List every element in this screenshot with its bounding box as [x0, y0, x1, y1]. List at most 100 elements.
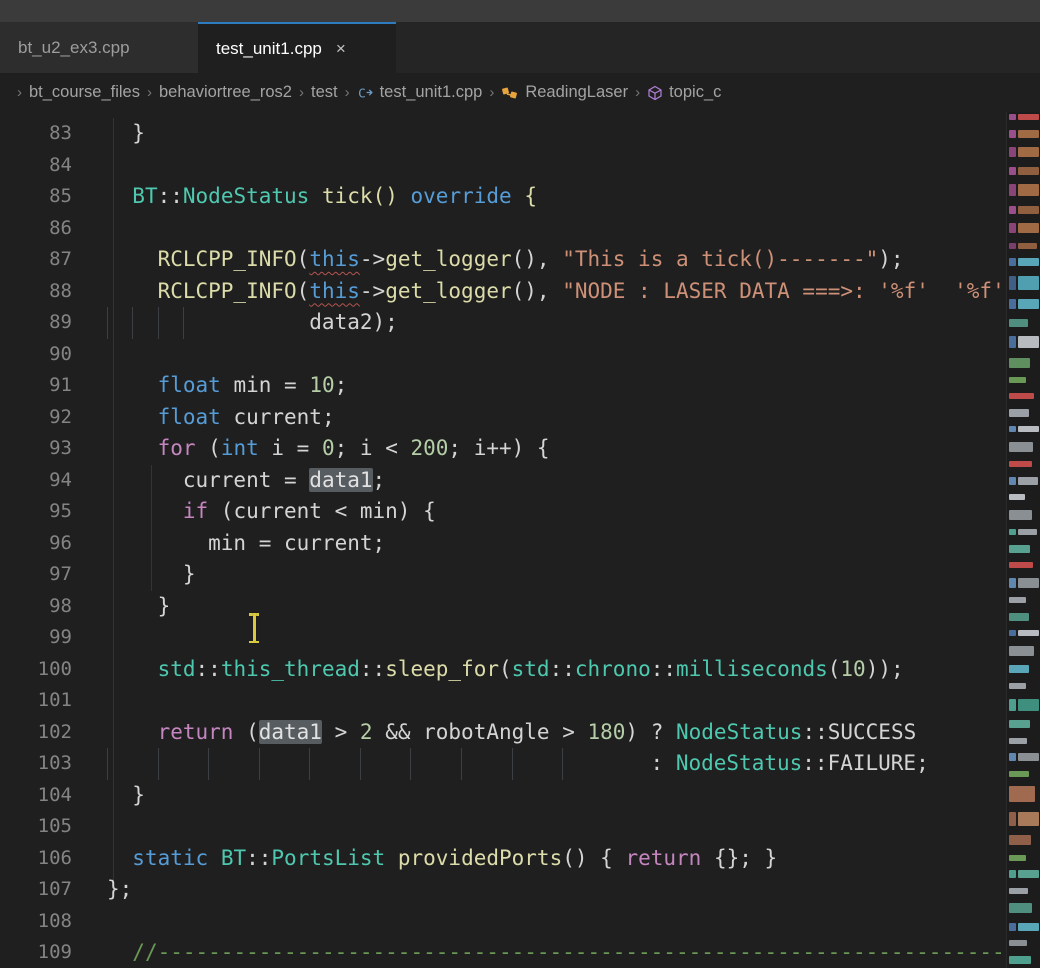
code-line-89[interactable]: 89 data2);: [0, 307, 1006, 339]
minimap-line: [1009, 426, 1039, 432]
minimap-line: [1009, 771, 1039, 777]
code-line-83[interactable]: 83 }: [0, 118, 1006, 150]
text-cursor-ibeam: [249, 613, 259, 643]
code-text: if (current < min) {: [72, 496, 436, 528]
code-line-91[interactable]: 91 float min = 10;: [0, 370, 1006, 402]
minimap-line: [1009, 299, 1039, 309]
line-number: 92: [0, 402, 72, 434]
code-line-106[interactable]: 106 static BT::PortsList providedPorts()…: [0, 843, 1006, 875]
minimap-line: [1009, 276, 1039, 290]
chevron-right-icon: ›: [147, 84, 152, 101]
code-line-96[interactable]: 96 min = current;: [0, 528, 1006, 560]
code-line-102[interactable]: 102 return (data1 > 2 && robotAngle > 18…: [0, 717, 1006, 749]
tab-bt_u2_ex3[interactable]: bt_u2_ex3.cpp: [0, 22, 198, 73]
code-text: data2);: [72, 307, 398, 339]
breadcrumb: ›bt_course_files›behaviortree_ros2›test›…: [0, 73, 1040, 112]
code-text: : NodeStatus::FAILURE;: [72, 748, 929, 780]
line-number: 100: [0, 654, 72, 686]
code-line-104[interactable]: 104 }: [0, 780, 1006, 812]
breadcrumb-label: test: [311, 83, 338, 102]
minimap-line: [1009, 393, 1039, 399]
line-number: 95: [0, 496, 72, 528]
code-line-109[interactable]: 109 //----------------------------------…: [0, 937, 1006, 968]
breadcrumb-item-test-unit1-cpp[interactable]: Ctest_unit1.cpp: [357, 83, 483, 102]
code-line-107[interactable]: 107};: [0, 874, 1006, 906]
code-text: [72, 150, 107, 182]
breadcrumb-item-behaviortree-ros2[interactable]: behaviortree_ros2: [159, 83, 292, 102]
breadcrumb-label: test_unit1.cpp: [380, 83, 483, 102]
tab-test_unit1[interactable]: test_unit1.cpp ×: [198, 22, 396, 73]
minimap-line: [1009, 223, 1039, 233]
minimap[interactable]: [1006, 112, 1040, 968]
code-line-103[interactable]: 103 : NodeStatus::FAILURE;: [0, 748, 1006, 780]
line-number: 105: [0, 811, 72, 843]
minimap-line: [1009, 903, 1039, 913]
breadcrumb-label: behaviortree_ros2: [159, 83, 292, 102]
code-line-86[interactable]: 86: [0, 213, 1006, 245]
code-line-90[interactable]: 90: [0, 339, 1006, 371]
code-line-95[interactable]: 95 if (current < min) {: [0, 496, 1006, 528]
code-line-105[interactable]: 105: [0, 811, 1006, 843]
minimap-line: [1009, 870, 1039, 878]
code-line-100[interactable]: 100 std::this_thread::sleep_for(std::chr…: [0, 654, 1006, 686]
code-line-92[interactable]: 92 float current;: [0, 402, 1006, 434]
code-text: RCLCPP_INFO(this->get_logger(), "NODE : …: [72, 276, 1006, 308]
code-line-99[interactable]: 99: [0, 622, 1006, 654]
code-line-84[interactable]: 84: [0, 150, 1006, 182]
minimap-line: [1009, 510, 1039, 520]
chevron-right-icon: ›: [299, 84, 304, 101]
symbol-namespace-icon: [647, 85, 663, 101]
line-number: 83: [0, 118, 72, 150]
breadcrumb-item-topic-c[interactable]: topic_c: [647, 83, 721, 102]
minimap-line: [1009, 738, 1039, 744]
minimap-line: [1009, 855, 1039, 861]
breadcrumb-label: ReadingLaser: [525, 83, 628, 102]
code-text: [72, 213, 107, 245]
chevron-right-icon: ›: [345, 84, 350, 101]
code-line-108[interactable]: 108: [0, 906, 1006, 938]
minimap-line: [1009, 665, 1039, 673]
code-text: static BT::PortsList providedPorts() { r…: [72, 843, 777, 875]
breadcrumb-label: bt_course_files: [29, 83, 140, 102]
breadcrumb-item-readinglaser[interactable]: ReadingLaser: [501, 83, 628, 102]
code-line-98[interactable]: 98 }: [0, 591, 1006, 623]
code-line-88[interactable]: 88 RCLCPP_INFO(this->get_logger(), "NODE…: [0, 276, 1006, 308]
code-line-101[interactable]: 101: [0, 685, 1006, 717]
minimap-line: [1009, 956, 1039, 964]
code-line-87[interactable]: 87 RCLCPP_INFO(this->get_logger(), "This…: [0, 244, 1006, 276]
line-number: 101: [0, 685, 72, 717]
code-line-85[interactable]: 85 BT::NodeStatus tick() override {: [0, 181, 1006, 213]
line-number: 109: [0, 937, 72, 968]
code-text: min = current;: [72, 528, 385, 560]
close-icon[interactable]: ×: [336, 40, 346, 57]
code-lines: 83 }8485 BT::NodeStatus tick() override …: [0, 118, 1006, 968]
line-number: 87: [0, 244, 72, 276]
breadcrumb-item-test[interactable]: test: [311, 83, 338, 102]
minimap-line: [1009, 699, 1039, 711]
code-text: [72, 906, 107, 938]
code-editor[interactable]: 83 }8485 BT::NodeStatus tick() override …: [0, 112, 1040, 968]
code-line-97[interactable]: 97 }: [0, 559, 1006, 591]
minimap-line: [1009, 786, 1039, 802]
code-text: }: [72, 780, 145, 812]
symbol-class-icon: [501, 85, 519, 101]
code-line-94[interactable]: 94 current = data1;: [0, 465, 1006, 497]
minimap-line: [1009, 720, 1039, 728]
breadcrumb-item-bt-course-files[interactable]: bt_course_files: [29, 83, 140, 102]
minimap-line: [1009, 319, 1039, 327]
minimap-line: [1009, 562, 1039, 568]
editor-tab-bar: bt_u2_ex3.cpp test_unit1.cpp ×: [0, 22, 1040, 73]
line-number: 99: [0, 622, 72, 654]
minimap-line: [1009, 940, 1039, 946]
line-number: 103: [0, 748, 72, 780]
minimap-line: [1009, 258, 1039, 266]
minimap-line: [1009, 336, 1039, 348]
line-number: 88: [0, 276, 72, 308]
line-number: 108: [0, 906, 72, 938]
minimap-line: [1009, 477, 1039, 485]
vscode-window: bt_u2_ex3.cpp test_unit1.cpp × › bt_cours…: [0, 0, 1040, 968]
code-text: std::this_thread::sleep_for(std::chrono:…: [72, 654, 904, 686]
code-line-93[interactable]: 93 for (int i = 0; i < 200; i++) {: [0, 433, 1006, 465]
line-number: 97: [0, 559, 72, 591]
minimap-line: [1009, 358, 1039, 368]
